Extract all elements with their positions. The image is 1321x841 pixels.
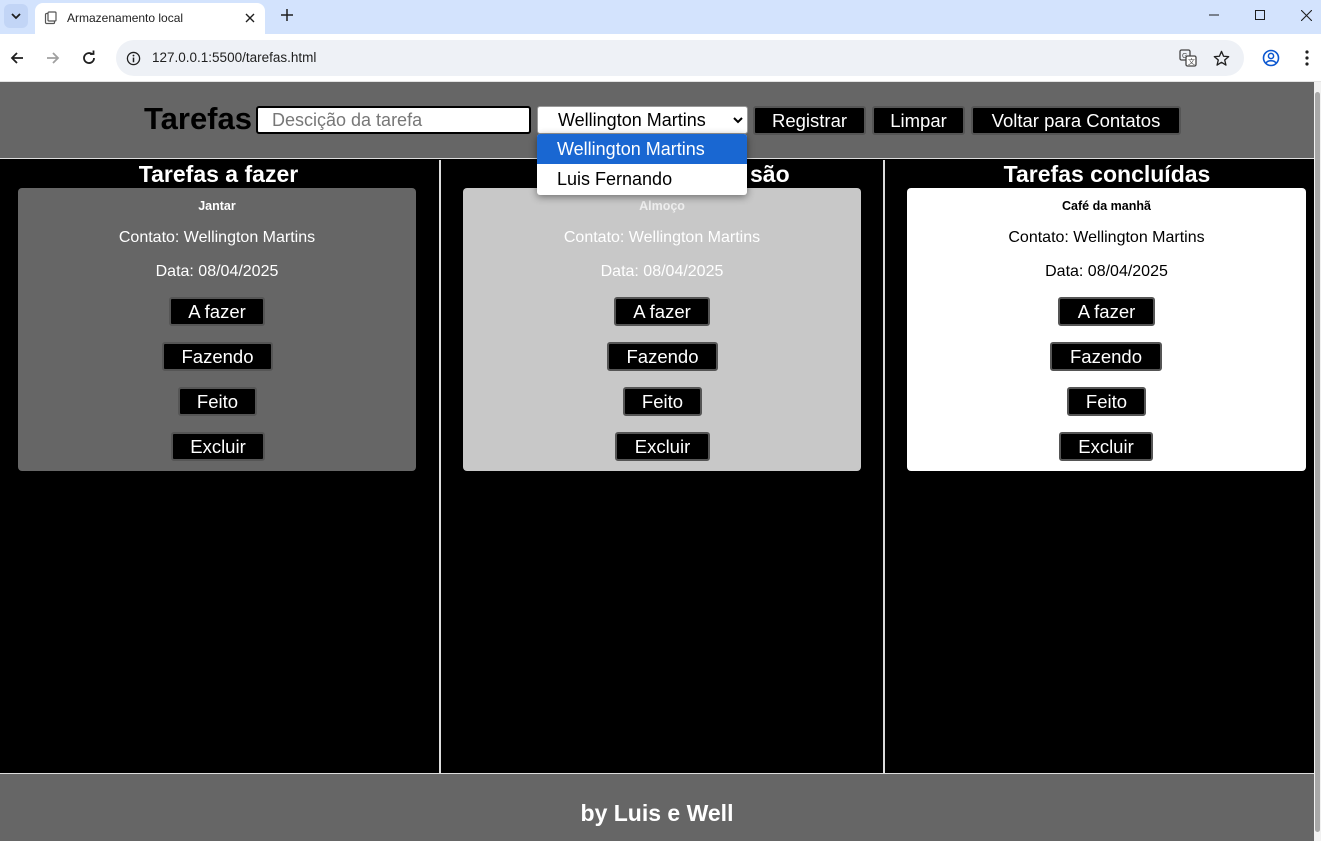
- tab-close-button[interactable]: [241, 9, 259, 27]
- task-date: Data: 08/04/2025: [1045, 263, 1168, 280]
- plus-icon: [281, 9, 293, 21]
- doing-button[interactable]: Fazendo: [1050, 342, 1162, 371]
- page-footer: by Luis e Well: [0, 773, 1314, 841]
- maximize-icon: [1255, 10, 1265, 20]
- task-card: Jantar Contato: Wellington Martins Data:…: [18, 188, 416, 471]
- in-progress-column-title: são: [750, 161, 790, 187]
- task-name: Jantar: [198, 199, 236, 213]
- reload-button[interactable]: [77, 46, 101, 70]
- footer-credits: by Luis e Well: [580, 800, 734, 826]
- doing-button[interactable]: Fazendo: [162, 342, 273, 371]
- task-date: Data: 08/04/2025: [600, 263, 724, 280]
- doing-button[interactable]: Fazendo: [607, 342, 718, 371]
- close-icon: [1300, 9, 1312, 21]
- done-button[interactable]: Feito: [623, 387, 702, 416]
- page-content: Tarefas Wellington Martins Registrar Lim…: [0, 82, 1314, 841]
- chevron-down-icon: [733, 117, 743, 124]
- bookmark-button[interactable]: [1211, 48, 1231, 68]
- delete-button[interactable]: Excluir: [1059, 432, 1153, 461]
- more-vertical-icon: [1305, 50, 1309, 66]
- contact-option-luis[interactable]: Luis Fernando: [537, 164, 747, 194]
- back-button[interactable]: [5, 46, 29, 70]
- back-to-contacts-button[interactable]: Voltar para Contatos: [971, 106, 1181, 135]
- close-window-button[interactable]: [1283, 0, 1321, 30]
- tab-title: Armazenamento local: [67, 11, 184, 25]
- task-contact: Contato: Wellington Martins: [1008, 229, 1205, 246]
- browser-tab-strip: Armazenamento local: [0, 0, 1321, 34]
- site-info-button[interactable]: [124, 49, 142, 67]
- task-description-input[interactable]: [256, 106, 531, 134]
- task-card: Café da manhã Contato: Wellington Martin…: [907, 188, 1306, 471]
- close-icon: [245, 13, 255, 23]
- url-text[interactable]: 127.0.0.1:5500/tarefas.html: [152, 50, 316, 65]
- browser-tab[interactable]: Armazenamento local: [35, 3, 265, 34]
- task-contact: Contato: Wellington Martins: [118, 229, 316, 246]
- forward-button[interactable]: [41, 46, 65, 70]
- maximize-button[interactable]: [1237, 0, 1283, 30]
- svg-text:文: 文: [1188, 57, 1195, 66]
- profile-button[interactable]: [1259, 46, 1283, 70]
- task-name: Almoço: [639, 199, 685, 213]
- contact-option-wellington[interactable]: Wellington Martins: [537, 134, 747, 164]
- todo-button[interactable]: A fazer: [1058, 297, 1155, 326]
- task-contact: Contato: Wellington Martins: [563, 229, 761, 246]
- browser-toolbar: 127.0.0.1:5500/tarefas.html G文: [0, 34, 1321, 82]
- page-favicon-icon: [44, 11, 57, 25]
- contact-select[interactable]: Wellington Martins: [537, 106, 748, 134]
- delete-button[interactable]: Excluir: [615, 432, 710, 461]
- register-button[interactable]: Registrar: [753, 106, 866, 135]
- clear-button[interactable]: Limpar: [872, 106, 965, 135]
- minimize-icon: [1209, 14, 1219, 16]
- done-button[interactable]: Feito: [178, 387, 257, 416]
- address-bar[interactable]: 127.0.0.1:5500/tarefas.html G文: [116, 40, 1244, 76]
- new-tab-button[interactable]: [277, 5, 297, 25]
- profile-icon: [1262, 49, 1280, 67]
- done-button[interactable]: Feito: [1067, 387, 1146, 416]
- todo-column-title: Tarefas a fazer: [138, 161, 299, 187]
- tab-search-button[interactable]: [4, 4, 28, 28]
- page-scrollbar[interactable]: [1314, 82, 1321, 841]
- done-column-title: Tarefas concluídas: [1003, 161, 1211, 187]
- chevron-down-icon: [11, 13, 21, 20]
- browser-menu-button[interactable]: [1295, 46, 1319, 70]
- task-name: Café da manhã: [1062, 199, 1151, 213]
- reload-icon: [83, 50, 95, 64]
- task-card: Almoço Contato: Wellington Martins Data:…: [463, 188, 861, 471]
- arrow-left-icon: [10, 52, 23, 64]
- contact-select-value: Wellington Martins: [558, 110, 706, 130]
- info-icon: [126, 51, 140, 65]
- todo-button[interactable]: A fazer: [169, 297, 265, 326]
- page-title: Tarefas: [144, 101, 252, 136]
- star-icon: [1213, 50, 1229, 66]
- task-date: Data: 08/04/2025: [155, 263, 279, 280]
- translate-button[interactable]: G文: [1178, 48, 1198, 68]
- arrow-right-icon: [47, 52, 60, 64]
- todo-button[interactable]: A fazer: [614, 297, 710, 326]
- translate-icon: G文: [1179, 49, 1197, 67]
- scrollbar-thumb[interactable]: [1315, 92, 1320, 832]
- minimize-button[interactable]: [1191, 0, 1237, 30]
- delete-button[interactable]: Excluir: [171, 432, 265, 461]
- contact-dropdown-list: Wellington Martins Luis Fernando: [537, 134, 747, 195]
